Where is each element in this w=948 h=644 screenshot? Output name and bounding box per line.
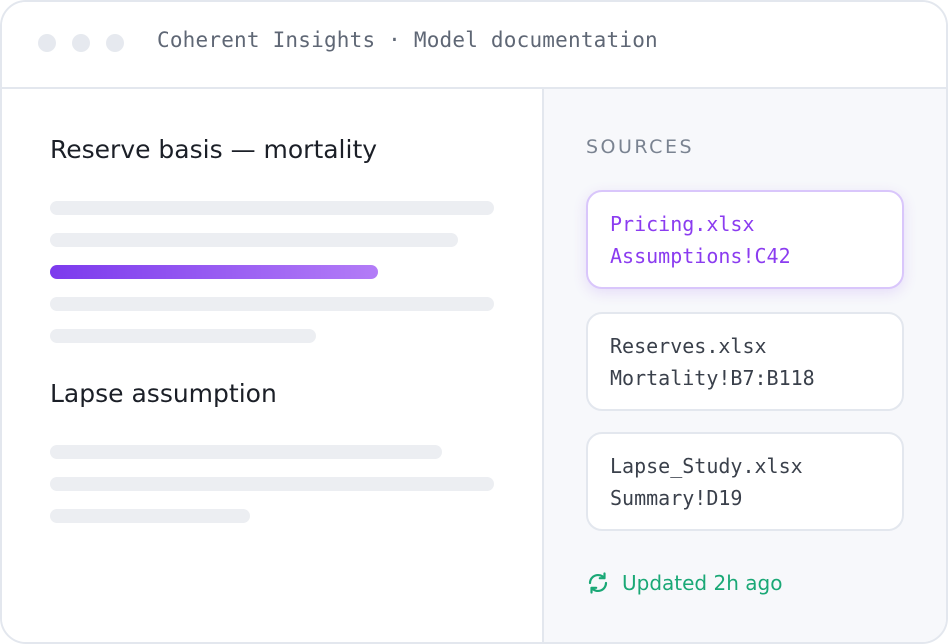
section-heading-lapse: Lapse assumption [50,379,277,408]
window-minimize-button[interactable] [72,34,90,52]
text-placeholder-line [50,233,458,247]
window-title: Coherent Insights · Model documentation [157,28,658,52]
source-file-name: Pricing.xlsx [610,212,755,236]
window-maximize-button[interactable] [106,34,124,52]
update-status-text: Updated 2h ago [622,571,783,595]
section-heading-reserve-basis: Reserve basis — mortality [50,135,378,164]
highlighted-text-line[interactable] [50,265,378,279]
source-cell-range: Mortality!B7:B118 [610,366,815,390]
text-placeholder-line [50,201,494,215]
source-card-pricing[interactable]: Pricing.xlsx Assumptions!C42 [586,190,904,289]
sources-heading: SOURCES [586,136,695,158]
source-file-name: Reserves.xlsx [610,334,767,358]
source-file-name: Lapse_Study.xlsx [610,454,803,478]
refresh-icon [588,572,608,594]
source-cell-range: Summary!D19 [610,486,743,510]
document-pane: Reserve basis — mortality Lapse assumpti… [2,89,542,642]
text-placeholder-line [50,477,494,491]
text-placeholder-line [50,509,250,523]
text-placeholder-line [50,445,442,459]
source-card-lapse-study[interactable]: Lapse_Study.xlsx Summary!D19 [586,432,904,531]
update-status: Updated 2h ago [586,569,782,597]
window-close-button[interactable] [38,34,56,52]
app-window: Coherent Insights · Model documentation … [0,0,948,644]
text-placeholder-line [50,297,494,311]
text-placeholder-line [50,329,316,343]
title-bar: Coherent Insights · Model documentation [2,2,946,89]
source-card-reserves[interactable]: Reserves.xlsx Mortality!B7:B118 [586,312,904,411]
sources-panel: SOURCES Pricing.xlsx Assumptions!C42 Res… [544,89,946,642]
source-cell-range: Assumptions!C42 [610,244,791,268]
